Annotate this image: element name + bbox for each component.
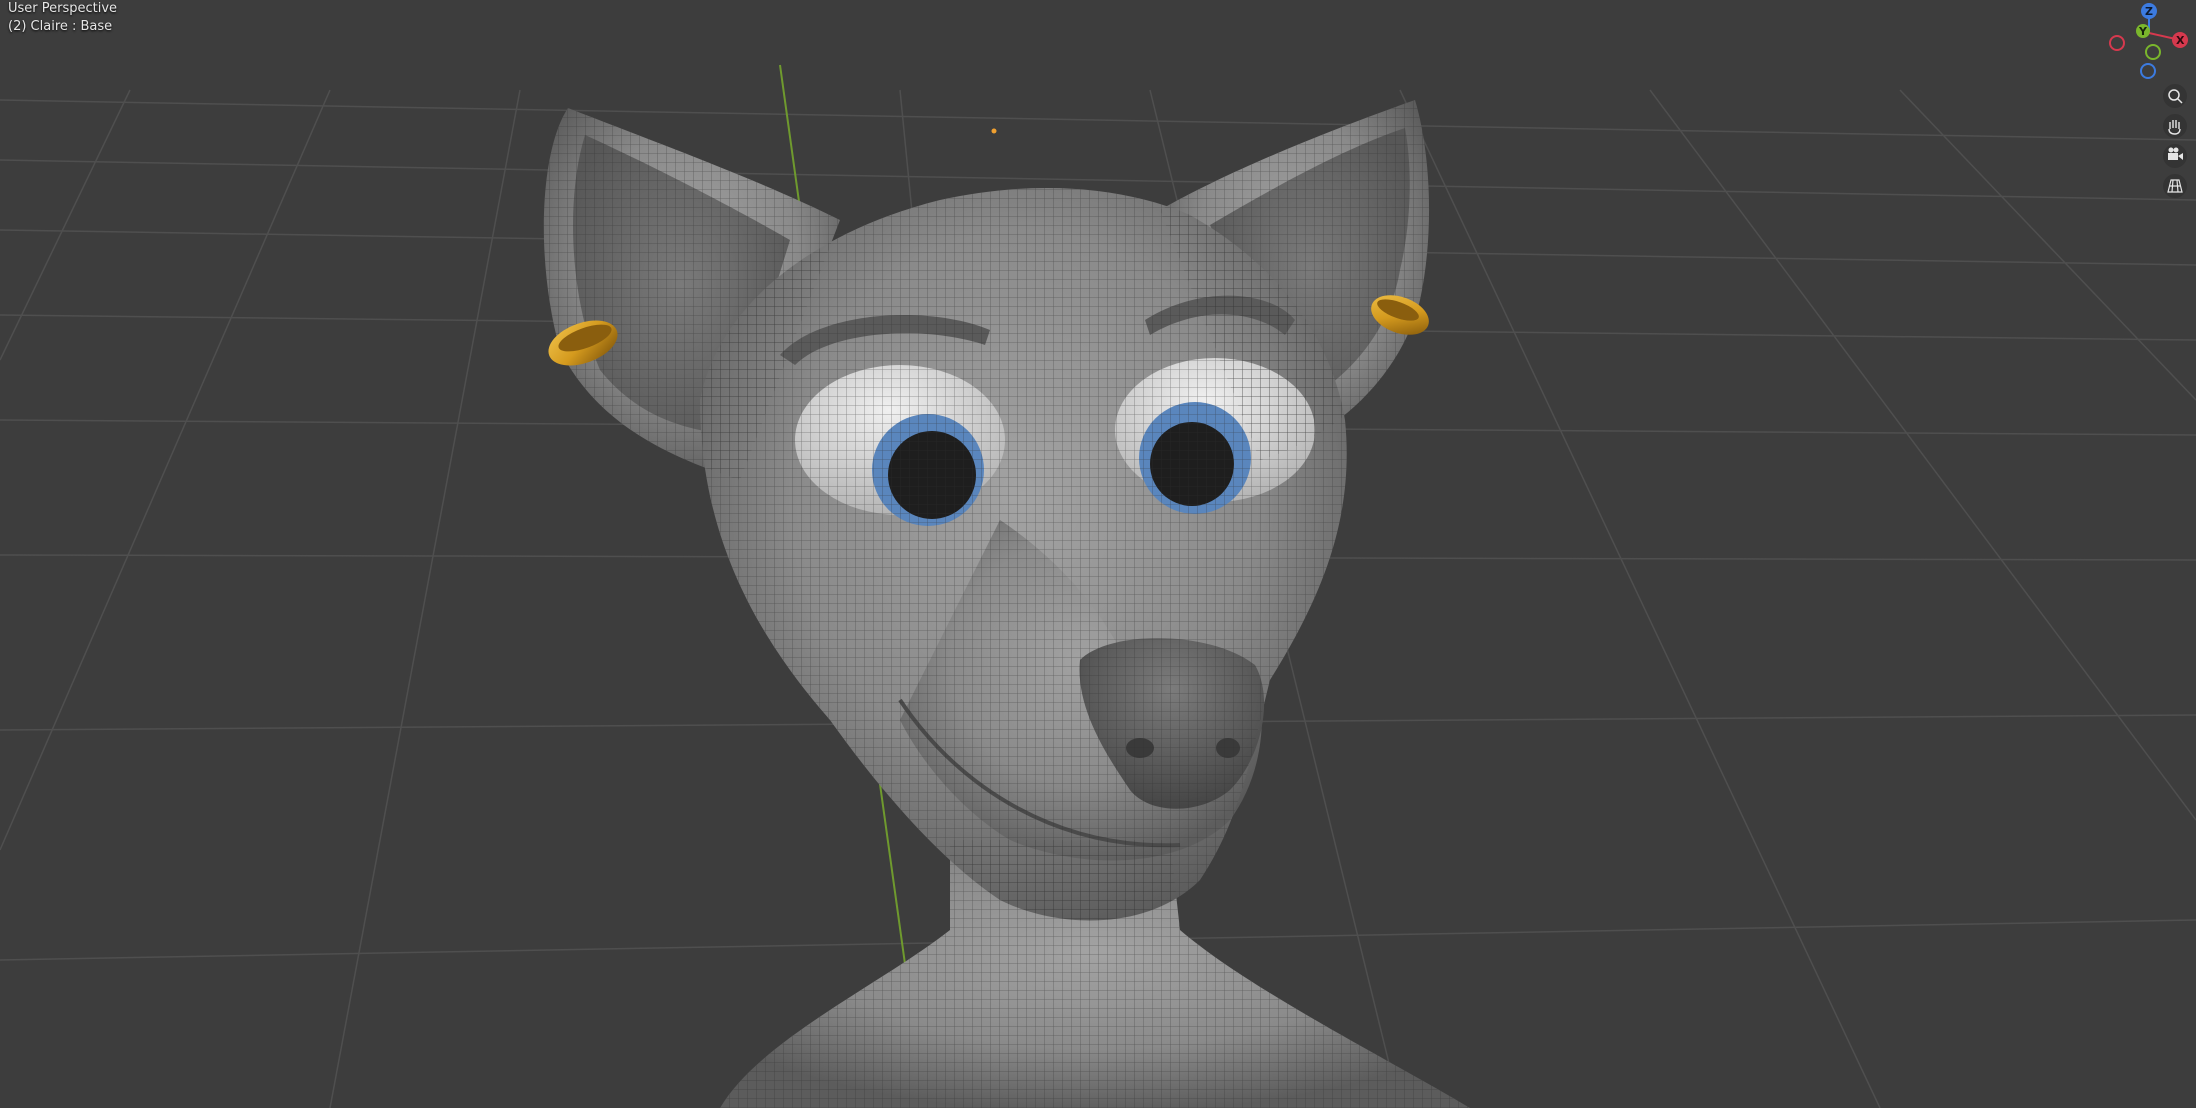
- camera-button[interactable]: [2163, 144, 2187, 168]
- navigation-gizmo[interactable]: Z X Y: [2109, 3, 2188, 79]
- gizmo-y-label: Y: [2138, 25, 2148, 38]
- origin-marker: [991, 128, 997, 134]
- ortho-toggle-button[interactable]: [2163, 174, 2187, 198]
- model-neck-wireframe: [720, 840, 1470, 1108]
- gizmo-neg-z[interactable]: [2140, 63, 2156, 79]
- viewport-object-info: (2) Claire : Base: [8, 19, 113, 34]
- gizmo-neg-x[interactable]: [2109, 35, 2125, 51]
- claire-model[interactable]: [542, 100, 1470, 1108]
- gizmo-neg-y[interactable]: [2145, 44, 2161, 60]
- gizmo-x-label: X: [2176, 34, 2185, 47]
- viewport-nav-buttons: [2163, 84, 2187, 198]
- 3d-viewport[interactable]: Z X Y: [0, 0, 2196, 1108]
- zoom-button[interactable]: [2163, 84, 2187, 108]
- viewport-view-name: User Perspective: [8, 1, 118, 16]
- gizmo-z-label: Z: [2145, 5, 2153, 18]
- pan-button[interactable]: [2163, 114, 2187, 138]
